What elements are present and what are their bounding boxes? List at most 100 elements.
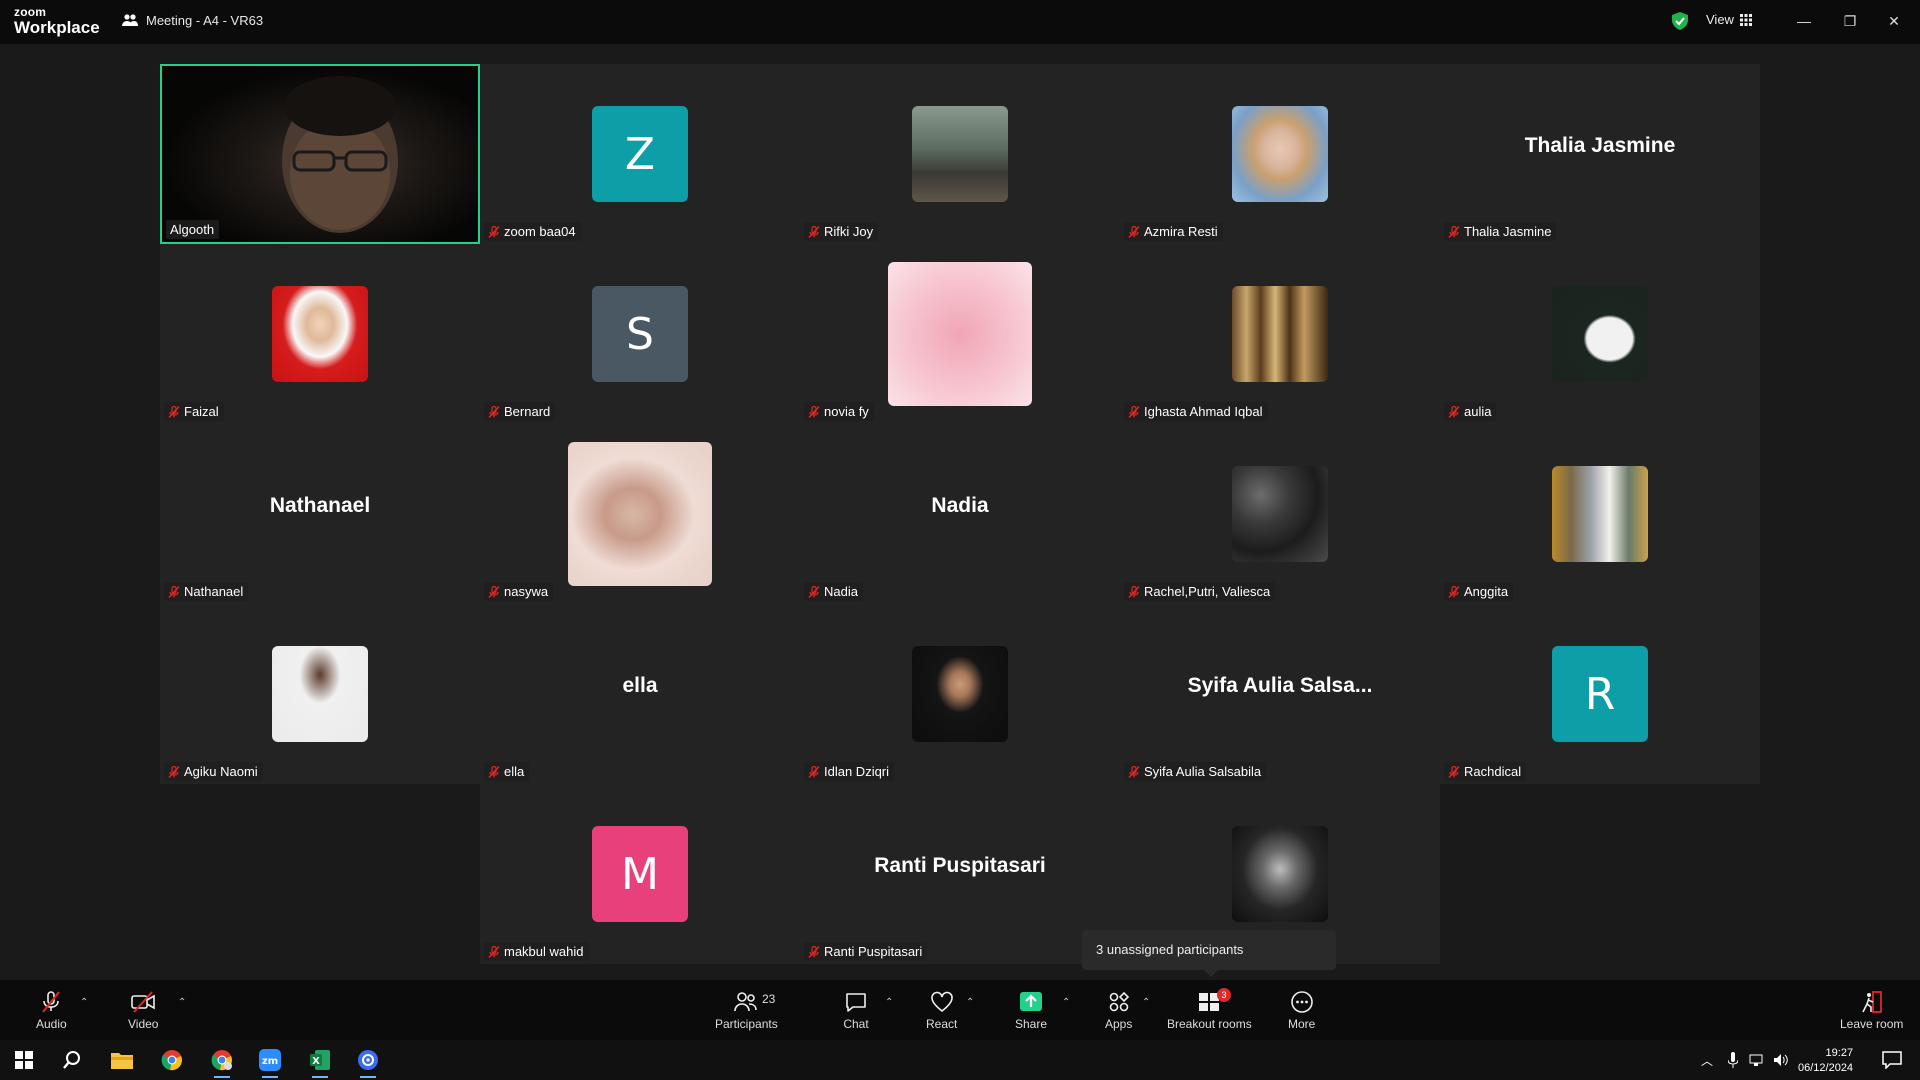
participant-tile[interactable]: Azmira Resti (1120, 64, 1440, 244)
breakout-rooms-button[interactable]: Breakout rooms (1167, 990, 1252, 1031)
close-icon[interactable]: ✕ (1878, 8, 1910, 34)
mic-muted-icon (1128, 225, 1140, 238)
zoom-app-icon[interactable]: zm (252, 1046, 288, 1078)
participant-name-label: Ranti Puspitasari (804, 942, 928, 961)
participant-tile[interactable]: Idlan Dziqri (800, 604, 1120, 784)
participant-tile[interactable]: Syifa Aulia Salsa... Syifa Aulia Salsabil… (1120, 604, 1440, 784)
participant-tile[interactable]: nasywa (480, 424, 800, 604)
mic-muted-icon (808, 225, 820, 238)
minimize-icon[interactable]: — (1788, 8, 1820, 34)
microphone-icon[interactable] (1722, 1046, 1744, 1074)
participants-icon (734, 992, 758, 1012)
participant-tile[interactable]: Rifki Joy (800, 64, 1120, 244)
file-explorer-icon[interactable] (104, 1046, 140, 1074)
mic-muted-icon (1448, 765, 1460, 778)
more-button[interactable]: More (1288, 990, 1315, 1031)
chrome-icon[interactable] (154, 1046, 190, 1074)
excel-icon[interactable]: X (302, 1046, 338, 1078)
search-icon[interactable] (54, 1046, 90, 1074)
notifications-icon[interactable] (1874, 1046, 1910, 1074)
participant-tile[interactable]: S Bernard (480, 244, 800, 424)
video-options-icon[interactable]: ⌃ (178, 997, 186, 1008)
participant-name: Azmira Resti (1144, 224, 1218, 239)
mic-muted-icon (488, 405, 500, 418)
title-bar: zoom Workplace Meeting - A4 - VR63 View … (0, 0, 1920, 44)
participant-display-name: Ranti Puspitasari (874, 854, 1046, 877)
participant-tile[interactable]: Anggita (1440, 424, 1760, 604)
clock-time: 19:27 (1825, 1047, 1854, 1059)
shield-icon[interactable] (1670, 11, 1690, 31)
participant-tile[interactable]: Nadia Nadia (800, 424, 1120, 604)
participant-tile[interactable]: Algooth (160, 64, 480, 244)
participant-name: zoom baa04 (504, 224, 576, 239)
mic-muted-icon (488, 945, 500, 958)
avatar: M (592, 826, 688, 922)
participant-tile[interactable]: Agiku Naomi (160, 604, 480, 784)
volume-icon[interactable] (1770, 1046, 1792, 1074)
mic-muted-icon (1128, 585, 1140, 598)
apps-button[interactable]: Apps (1105, 990, 1132, 1031)
participant-tile[interactable]: Ighasta Ahmad Iqbal (1120, 244, 1440, 424)
unassigned-tooltip: 3 unassigned participants (1082, 930, 1336, 977)
app-icon[interactable] (350, 1046, 386, 1078)
participant-name-label: Rachdical (1444, 762, 1527, 781)
share-options-icon[interactable]: ⌃ (1062, 997, 1070, 1008)
react-button[interactable]: React (926, 990, 957, 1031)
chrome-profile-icon[interactable] (204, 1046, 240, 1078)
participant-tile[interactable]: novia fy (800, 244, 1120, 424)
participant-tile[interactable]: Rachel,Putri, Valiesca (1120, 424, 1440, 604)
share-button[interactable]: Share (1015, 990, 1047, 1031)
participant-name: Anggita (1464, 584, 1509, 599)
more-icon (1290, 991, 1313, 1013)
participant-name-label: Nadia (804, 582, 863, 601)
heart-icon (930, 991, 953, 1013)
windows-start-icon[interactable] (6, 1046, 42, 1074)
participant-tile[interactable]: Ranti Puspitasari Ranti Puspitasari (800, 784, 1120, 964)
avatar (1232, 106, 1328, 202)
leave-room-button[interactable]: Leave room (1840, 990, 1903, 1031)
participant-name: Nathanael (184, 584, 244, 599)
participant-name: Rachel,Putri, Valiesca (1144, 584, 1271, 599)
participant-tile[interactable]: ella ella (480, 604, 800, 784)
chevron-up-icon[interactable]: ︿ (1696, 1046, 1718, 1074)
react-options-icon[interactable]: ⌃ (966, 997, 974, 1008)
participant-name: Ranti Puspitasari (824, 944, 923, 959)
chat-icon (846, 993, 866, 1012)
view-label: View (1706, 12, 1734, 27)
mic-muted-icon (808, 405, 820, 418)
chat-options-icon[interactable]: ⌃ (885, 997, 893, 1008)
participant-tile[interactable]: Thalia Jasmine Thalia Jasmine (1440, 64, 1760, 244)
mic-muted-icon (1128, 765, 1140, 778)
breakout-badge: 3 (1217, 988, 1231, 1002)
share-screen-icon (1020, 992, 1043, 1011)
participant-tile[interactable]: aulia (1440, 244, 1760, 424)
audio-button[interactable]: Audio (36, 990, 67, 1031)
network-icon[interactable] (1746, 1046, 1768, 1074)
mic-muted-icon (488, 585, 500, 598)
participant-tile[interactable]: R Rachdical (1440, 604, 1760, 784)
avatar (272, 286, 368, 382)
participants-icon (122, 14, 138, 26)
participant-tile[interactable]: Nathanael Nathanael (160, 424, 480, 604)
system-clock[interactable]: 19:27 06/12/2024 (1798, 1046, 1853, 1076)
audio-options-icon[interactable]: ⌃ (80, 997, 88, 1008)
apps-options-icon[interactable]: ⌃ (1142, 997, 1150, 1008)
mic-muted-icon (42, 991, 61, 1013)
chat-button[interactable]: Chat (843, 990, 869, 1031)
meeting-title[interactable]: Meeting - A4 - VR63 (122, 12, 263, 28)
participant-name: Rifki Joy (824, 224, 874, 239)
participant-name: Rachdical (1464, 764, 1522, 779)
participant-tile[interactable]: Faizal (160, 244, 480, 424)
apps-icon (1109, 991, 1129, 1012)
participant-tile[interactable]: Mmakbul wahid (480, 784, 800, 964)
brand-top: zoom (14, 5, 47, 19)
mic-muted-icon (168, 765, 180, 778)
view-button[interactable]: View (1706, 12, 1752, 27)
participant-name: aulia (1464, 404, 1492, 419)
participant-name-label: novia fy (804, 402, 874, 421)
restore-icon[interactable]: ❐ (1834, 8, 1866, 34)
participant-name-label: Ighasta Ahmad Iqbal (1124, 402, 1268, 421)
windows-taskbar: zm X ︿ 19:27 06/12/2024 (0, 1040, 1920, 1080)
participant-tile[interactable]: Zzoom baa04 (480, 64, 800, 244)
video-button[interactable]: Video (128, 990, 158, 1031)
